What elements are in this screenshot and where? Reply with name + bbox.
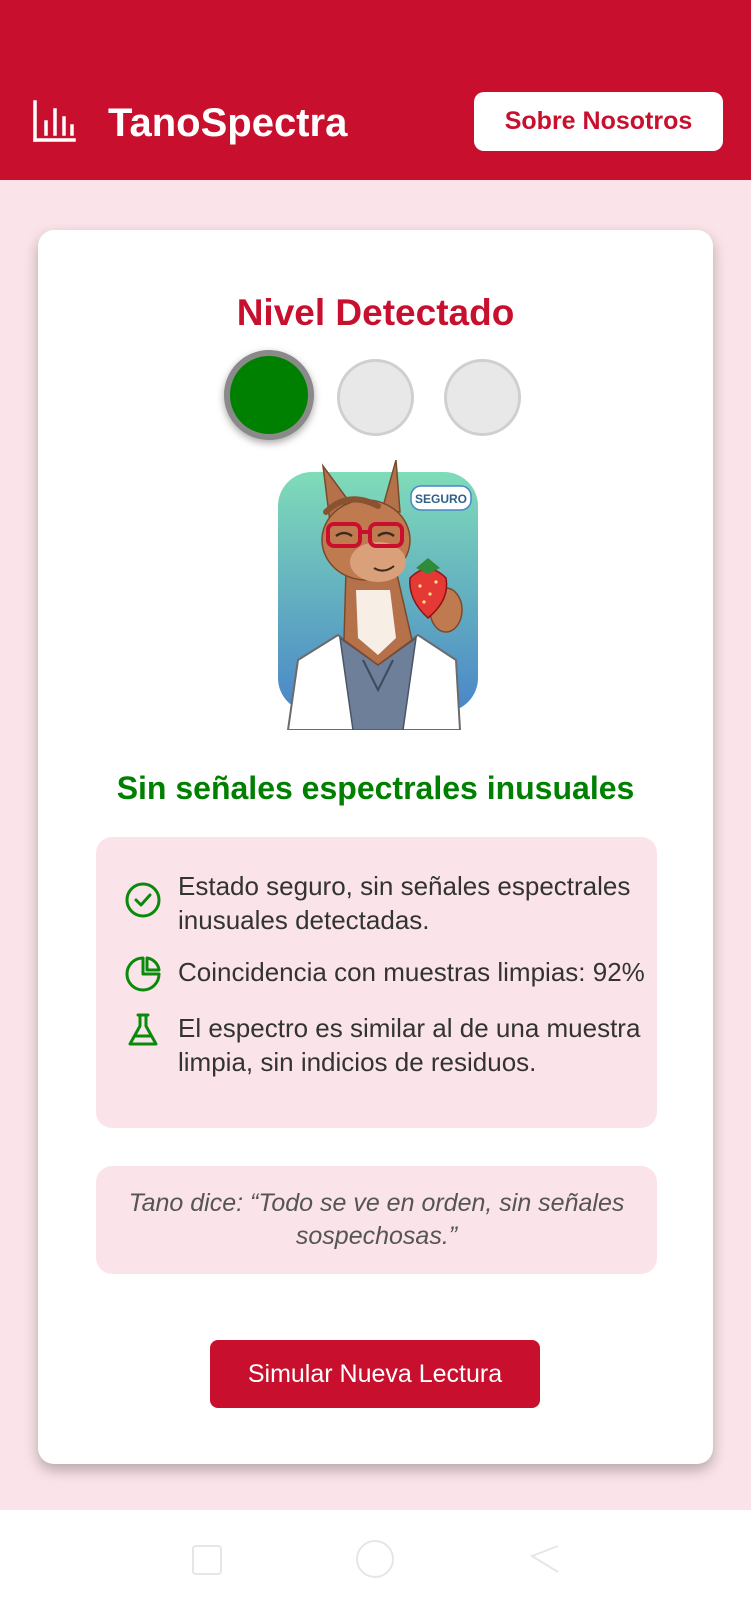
- seguro-badge-text: SEGURO: [415, 492, 467, 506]
- info-box: Estado seguro, sin señales espectrales i…: [96, 837, 657, 1128]
- about-us-button[interactable]: Sobre Nosotros: [474, 92, 723, 151]
- info-text-state: Estado seguro, sin señales espectrales i…: [178, 871, 631, 935]
- result-card: Nivel Detectado SEGURO Sin señales espec…: [38, 230, 713, 1464]
- check-circle-icon: [125, 882, 161, 918]
- traffic-light-yellow: [337, 359, 414, 436]
- llama-mascot-image: SEGURO: [278, 460, 478, 730]
- level-title: Nivel Detectado: [236, 292, 515, 333]
- flask-icon: [128, 1013, 158, 1046]
- bar-chart-icon: [33, 100, 76, 142]
- simulate-reading-button[interactable]: Simular Nueva Lectura: [210, 1340, 540, 1408]
- square-nav-icon[interactable]: [192, 1545, 222, 1575]
- status-message: Sin señales espectrales inusuales: [116, 770, 635, 806]
- home-circle-nav-icon[interactable]: [356, 1540, 394, 1578]
- traffic-light-red: [444, 359, 521, 436]
- info-text-spectrum: El espectro es similar al de una muestra…: [178, 1013, 641, 1077]
- back-triangle-nav-icon[interactable]: [530, 1544, 560, 1574]
- app-header: TanoSpectra Sobre Nosotros: [0, 0, 751, 180]
- app-title: TanoSpectra: [108, 101, 348, 145]
- quote-box: Tano dice: “Todo se ve en orden, sin señ…: [96, 1166, 657, 1274]
- pie-chart-icon: [125, 956, 161, 992]
- traffic-light-green: [224, 350, 314, 440]
- info-text-match: Coincidencia con muestras limpias: 92%: [178, 957, 645, 987]
- tano-quote: Tano dice: “Todo se ve en orden, sin señ…: [128, 1189, 625, 1250]
